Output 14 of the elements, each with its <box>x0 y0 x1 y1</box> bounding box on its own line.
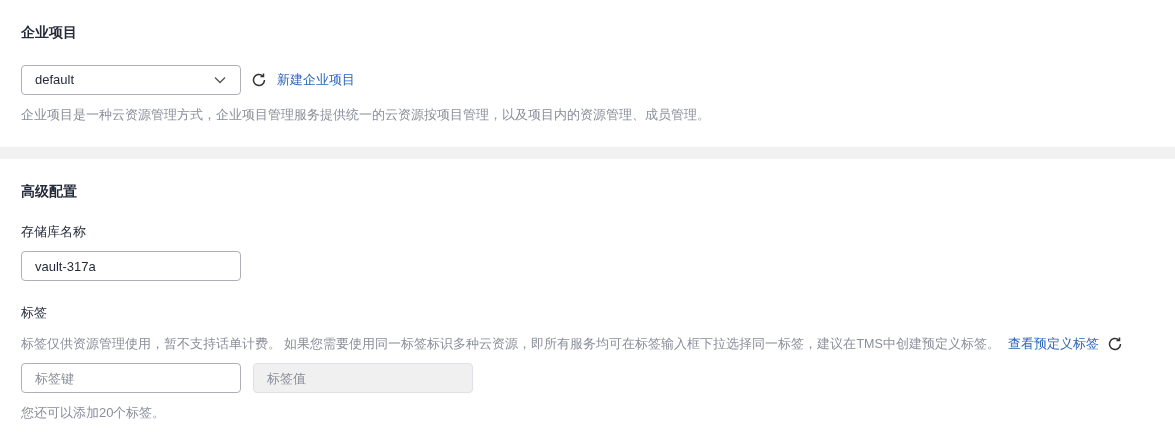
tag-hint-text: 标签仅供资源管理使用，暂不支持话单计费。 如果您需要使用同一标签标识多种云资源，即所有服务均可在标签输入框下拉选择同一标签，建议在TMS中创建预定义标签。 <box>21 335 1000 353</box>
tag-field[interactable]: 标签键 <box>21 363 241 394</box>
remaining-tags-text: 您还可以添加20个标签。 <box>21 404 167 423</box>
predefined-tags-link[interactable]: 查看预定义标签 <box>1007 334 1099 354</box>
description-text: 企业项目是一种云资源管理方式，企业项目管理服务提供统一的云资源按项目管理，以及项目内的资源管理、成员管理。 <box>21 106 711 124</box>
section-title: 企业项目 <box>21 23 78 42</box>
section-title: 高级配置 <box>21 181 78 201</box>
refresh-icon[interactable] <box>1106 335 1123 352</box>
vault-name-field[interactable]: vault-317a <box>21 251 241 281</box>
create-project-link[interactable]: 新建企业项目 <box>277 70 355 90</box>
enterprise-project-select[interactable]: default <box>21 65 241 95</box>
refresh-icon[interactable] <box>251 72 267 88</box>
field-label: 存储库名称 <box>21 222 87 241</box>
field-label: 标签 <box>21 304 48 322</box>
